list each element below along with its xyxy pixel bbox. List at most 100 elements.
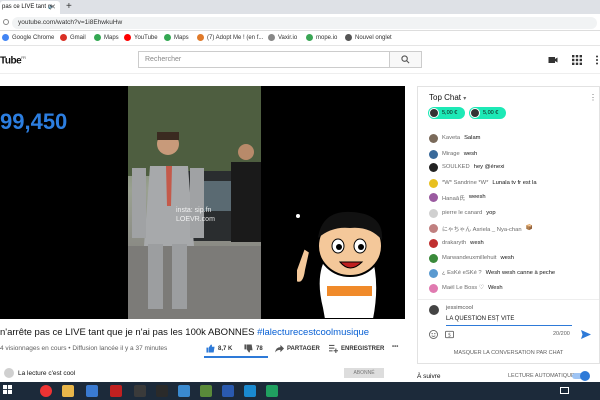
settings-dots-icon[interactable] bbox=[592, 55, 600, 65]
chat-text: wesh bbox=[470, 240, 484, 246]
chat-text: Wesh wesh canne à peche bbox=[485, 270, 556, 276]
bookmark-icon bbox=[197, 34, 204, 41]
bookmark-item[interactable]: Gmail bbox=[60, 34, 86, 41]
video-hashtag[interactable]: #lalecturecestcoolmusique bbox=[257, 327, 369, 338]
bookmark-item[interactable]: Google Chrome bbox=[2, 34, 54, 41]
chat-author[interactable]: Kaveta bbox=[442, 135, 460, 141]
app-icon[interactable] bbox=[244, 385, 256, 397]
video-player[interactable]: 99,450 insta: sip.fn LOEVR.com bbox=[0, 86, 405, 319]
chat-author[interactable]: Marwandeuxmillehuit bbox=[442, 255, 496, 261]
chat-header[interactable]: Top Chat ▾ bbox=[418, 87, 599, 107]
subscribe-button[interactable]: ABONNÉ bbox=[344, 368, 384, 378]
chrome-icon[interactable] bbox=[40, 385, 52, 397]
bookmark-icon bbox=[306, 34, 313, 41]
app-icon[interactable] bbox=[110, 385, 122, 397]
like-button[interactable]: 8,7 K bbox=[206, 344, 232, 353]
bookmark-item[interactable]: Vaxir.io bbox=[268, 34, 297, 41]
bookmark-item[interactable]: mope.io bbox=[306, 34, 337, 41]
chat-message: Marwandeuxmillehuit wesh bbox=[429, 252, 514, 264]
superchat-pill[interactable]: 5,00 € bbox=[469, 107, 506, 119]
chat-message: にゃちゃん Asriela _ Nya-chan 📦 bbox=[429, 222, 533, 234]
chat-menu-icon[interactable]: ⋮ bbox=[589, 93, 597, 102]
emoji-icon[interactable] bbox=[429, 330, 438, 339]
video-frame: insta: sip.fn LOEVR.com bbox=[128, 86, 261, 319]
superchat-pill[interactable]: 5,00 € bbox=[428, 107, 465, 119]
bookmark-label: Gmail bbox=[70, 34, 86, 41]
share-icon bbox=[275, 344, 284, 353]
chat-author[interactable]: *W* Sandrine *W* bbox=[442, 180, 488, 186]
chat-text: 📦 bbox=[525, 225, 533, 231]
bookmark-item[interactable]: (7) Adopt Me ! (en f... bbox=[197, 34, 263, 41]
channel-name[interactable]: La lecture c'est cool bbox=[18, 370, 75, 377]
bookmark-label: Nouvel onglet bbox=[355, 34, 392, 41]
bookmark-icon bbox=[2, 34, 9, 41]
app-icon[interactable] bbox=[266, 385, 278, 397]
chat-author[interactable]: にゃちゃん Asriela _ Nya-chan bbox=[442, 224, 522, 233]
app-icon[interactable] bbox=[178, 385, 190, 397]
like-ratio-bar bbox=[204, 356, 269, 358]
subscriber-counter: 99,450 bbox=[0, 109, 68, 134]
app-icon[interactable] bbox=[134, 385, 146, 397]
epic-games-icon[interactable] bbox=[156, 385, 168, 397]
youtube-header: TubeFR Rechercher bbox=[0, 46, 600, 74]
chat-author[interactable]: Hanaâ氏 bbox=[442, 193, 465, 202]
send-icon[interactable] bbox=[581, 330, 591, 339]
channel-avatar[interactable] bbox=[4, 368, 14, 378]
dislike-button[interactable]: 78 bbox=[244, 344, 263, 353]
search-input[interactable]: Rechercher bbox=[138, 51, 390, 68]
info-icon[interactable] bbox=[3, 19, 9, 25]
chat-author[interactable]: SOULKED bbox=[442, 164, 470, 170]
bookmark-label: mope.io bbox=[316, 34, 338, 41]
bookmark-item[interactable]: Maps bbox=[94, 34, 119, 41]
start-icon[interactable] bbox=[3, 385, 12, 397]
bookmark-item[interactable]: YouTube bbox=[124, 34, 158, 41]
file-explorer-icon[interactable] bbox=[62, 385, 74, 397]
save-button[interactable]: ENREGISTRER bbox=[329, 344, 384, 353]
store-icon[interactable] bbox=[86, 385, 98, 397]
search-icon bbox=[401, 55, 410, 64]
youtube-logo[interactable]: TubeFR bbox=[0, 55, 26, 66]
apps-grid-icon[interactable] bbox=[572, 55, 582, 65]
hide-chat-button[interactable]: MASQUER LA CONVERSATION PAR CHAT bbox=[418, 350, 599, 356]
create-video-icon[interactable] bbox=[548, 55, 558, 65]
bookmark-item[interactable]: Maps bbox=[164, 34, 189, 41]
svg-text:$: $ bbox=[448, 333, 451, 339]
bookmark-item[interactable]: Nouvel onglet bbox=[345, 34, 392, 41]
up-next-label: À suivre bbox=[417, 373, 441, 380]
chat-text: hey @énexi bbox=[473, 164, 505, 170]
avatar bbox=[429, 253, 438, 263]
url-field[interactable]: youtube.com/watch?v=1i8EhwkuHw bbox=[12, 17, 597, 29]
chat-input-user: jessimcool bbox=[446, 305, 474, 311]
search-button[interactable] bbox=[390, 51, 422, 68]
autoplay-toggle[interactable] bbox=[572, 371, 590, 381]
superchat-amount: 5,00 € bbox=[442, 110, 458, 116]
chat-author[interactable]: Mirage bbox=[442, 151, 460, 157]
like-count: 8,7 K bbox=[218, 345, 233, 352]
tab-audio-icon[interactable]: 🔈 bbox=[48, 4, 54, 10]
watermark-line1: insta: sip.fn bbox=[176, 207, 212, 214]
chat-author[interactable]: pierre le canard bbox=[442, 210, 482, 216]
bookmark-label: (7) Adopt Me ! (en f... bbox=[207, 34, 264, 41]
superchat-icon[interactable]: $ bbox=[445, 330, 454, 339]
chat-author[interactable]: ¿ EsKé eSKé ? bbox=[442, 270, 482, 276]
watermark-line2: LOEVR.com bbox=[176, 216, 215, 223]
share-label: PARTAGER bbox=[287, 345, 320, 352]
chat-message: drakaryth wesh bbox=[429, 237, 484, 249]
new-tab-icon[interactable]: + bbox=[66, 1, 72, 12]
avatar bbox=[429, 223, 438, 233]
chat-author[interactable]: Maël Le Boss ♡ bbox=[442, 285, 484, 291]
superchat-avatar bbox=[470, 108, 480, 118]
bookmark-label: Maps bbox=[104, 34, 119, 41]
bookmark-label: Google Chrome bbox=[12, 34, 55, 41]
chat-author[interactable]: drakaryth bbox=[442, 240, 466, 246]
chat-mode-label: Top Chat bbox=[429, 93, 462, 102]
share-button[interactable]: PARTAGER bbox=[275, 344, 320, 353]
app-icon[interactable] bbox=[222, 385, 234, 397]
chat-message: ¿ EsKé eSKé ? Wesh wesh canne à peche bbox=[429, 267, 555, 279]
notification-icon[interactable] bbox=[560, 387, 569, 394]
autoplay-label: LECTURE AUTOMATIQUE bbox=[508, 373, 575, 379]
avatar bbox=[429, 162, 438, 172]
more-actions-button[interactable]: ••• bbox=[392, 344, 398, 350]
app-icon[interactable] bbox=[200, 385, 212, 397]
chat-input[interactable]: LA QUESTION ESȚ VITE bbox=[446, 316, 572, 326]
